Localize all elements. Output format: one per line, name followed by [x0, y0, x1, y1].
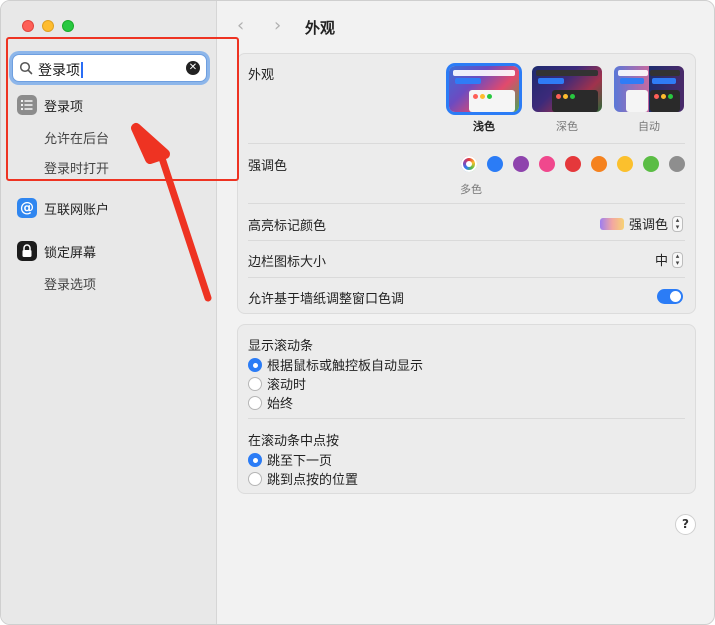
accent-multicolor-swatch[interactable] [461, 156, 477, 172]
accent-graphite-swatch[interactable] [669, 156, 685, 172]
highlight-color-popup[interactable]: 强调色 ▴ ▾ [599, 214, 683, 233]
toggle-knob [670, 291, 681, 302]
click-scrollbar-label: 在滚动条中点按 [248, 434, 340, 449]
minimize-window-button[interactable] [42, 20, 54, 32]
zoom-window-button[interactable] [62, 20, 74, 32]
close-window-button[interactable] [22, 20, 34, 32]
divider [248, 277, 685, 278]
highlight-color-label: 高亮标记颜色 [248, 219, 327, 234]
help-button[interactable]: ? [675, 514, 696, 535]
sidebar-subitem-login-options[interactable]: 登录选项 [44, 274, 96, 293]
popup-stepper-icon: ▴ ▾ [672, 251, 683, 268]
wallpaper-tint-toggle[interactable] [657, 289, 683, 304]
radio-auto-show[interactable]: 根据鼠标或触控板自动显示 [248, 355, 423, 374]
theme-option-label: 自动 [638, 120, 660, 133]
accent-pink-swatch[interactable] [539, 156, 555, 172]
theme-option-label: 深色 [556, 120, 578, 133]
forward-arrow-icon[interactable]: › [274, 15, 281, 36]
theme-option-auto[interactable]: 自动 [614, 66, 684, 134]
page-title: 外观 [305, 19, 336, 37]
sidebar-icon-size-popup[interactable]: 中 ▴ ▾ [655, 250, 683, 269]
radio-dot [248, 357, 262, 372]
accent-yellow-swatch[interactable] [617, 156, 633, 172]
sidebar-icon-size-value: 中 [654, 254, 668, 269]
divider [248, 143, 685, 144]
sidebar-item-label: 互联网账户 [44, 202, 110, 218]
back-arrow-icon[interactable]: ‹ [237, 15, 244, 36]
accent-green-swatch[interactable] [643, 156, 659, 172]
light-theme-preview [449, 66, 519, 112]
sidebar-item-lock-screen[interactable]: 锁定屏幕 [17, 241, 96, 261]
sidebar-item-label: 锁定屏幕 [44, 245, 97, 261]
radio-dot [248, 452, 262, 467]
wallpaper-tint-label: 允许基于墙纸调整窗口色调 [248, 292, 405, 307]
radio-label: 根据鼠标或触控板自动显示 [267, 359, 424, 374]
accent-color-label: 强调色 [248, 159, 288, 174]
accent-orange-swatch[interactable] [591, 156, 607, 172]
radio-always[interactable]: 始终 [248, 393, 293, 412]
scrollbar-card: 显示滚动条 根据鼠标或触控板自动显示 滚动时 始终 在滚动条中点按 跳至下一页 … [237, 324, 696, 494]
theme-option-dark[interactable]: 深色 [532, 66, 602, 134]
lock-icon [17, 241, 37, 261]
annotation-highlight-box [6, 37, 239, 181]
theme-option-label: 浅色 [473, 120, 495, 133]
show-scrollbars-label: 显示滚动条 [248, 339, 314, 354]
radio-label: 始终 [267, 397, 294, 412]
theme-option-light[interactable]: 浅色 [449, 66, 519, 134]
radio-dot [248, 376, 262, 391]
appearance-card: 外观 浅色 深色 自动 强调色 多色 高亮标记颜色 强调色 ▴ ▾ 边栏图标大小… [237, 53, 696, 314]
accent-caption: 多色 [460, 183, 482, 196]
accent-red-swatch[interactable] [565, 156, 581, 172]
highlight-color-swatch [599, 217, 624, 230]
divider [248, 240, 685, 241]
divider [248, 203, 685, 204]
accent-blue-swatch[interactable] [487, 156, 503, 172]
popup-stepper-icon: ▴ ▾ [672, 215, 683, 232]
sidebar-item-internet-accounts[interactable]: @ 互联网账户 [17, 198, 109, 218]
appearance-label: 外观 [248, 68, 275, 83]
radio-label: 滚动时 [267, 378, 307, 393]
radio-jump-next-page[interactable]: 跳至下一页 [248, 450, 332, 469]
divider [248, 418, 685, 419]
sidebar-icon-size-label: 边栏图标大小 [248, 255, 327, 270]
dark-theme-preview [532, 66, 602, 112]
radio-jump-to-spot[interactable]: 跳到点按的位置 [248, 469, 358, 488]
radio-dot [248, 471, 262, 486]
highlight-color-value: 强调色 [628, 218, 668, 233]
radio-label: 跳到点按的位置 [267, 473, 359, 488]
radio-dot [248, 395, 262, 410]
accent-purple-swatch[interactable] [513, 156, 529, 172]
auto-theme-preview [614, 66, 684, 112]
at-icon: @ [17, 198, 37, 218]
radio-when-scrolling[interactable]: 滚动时 [248, 374, 306, 393]
radio-label: 跳至下一页 [267, 454, 333, 469]
